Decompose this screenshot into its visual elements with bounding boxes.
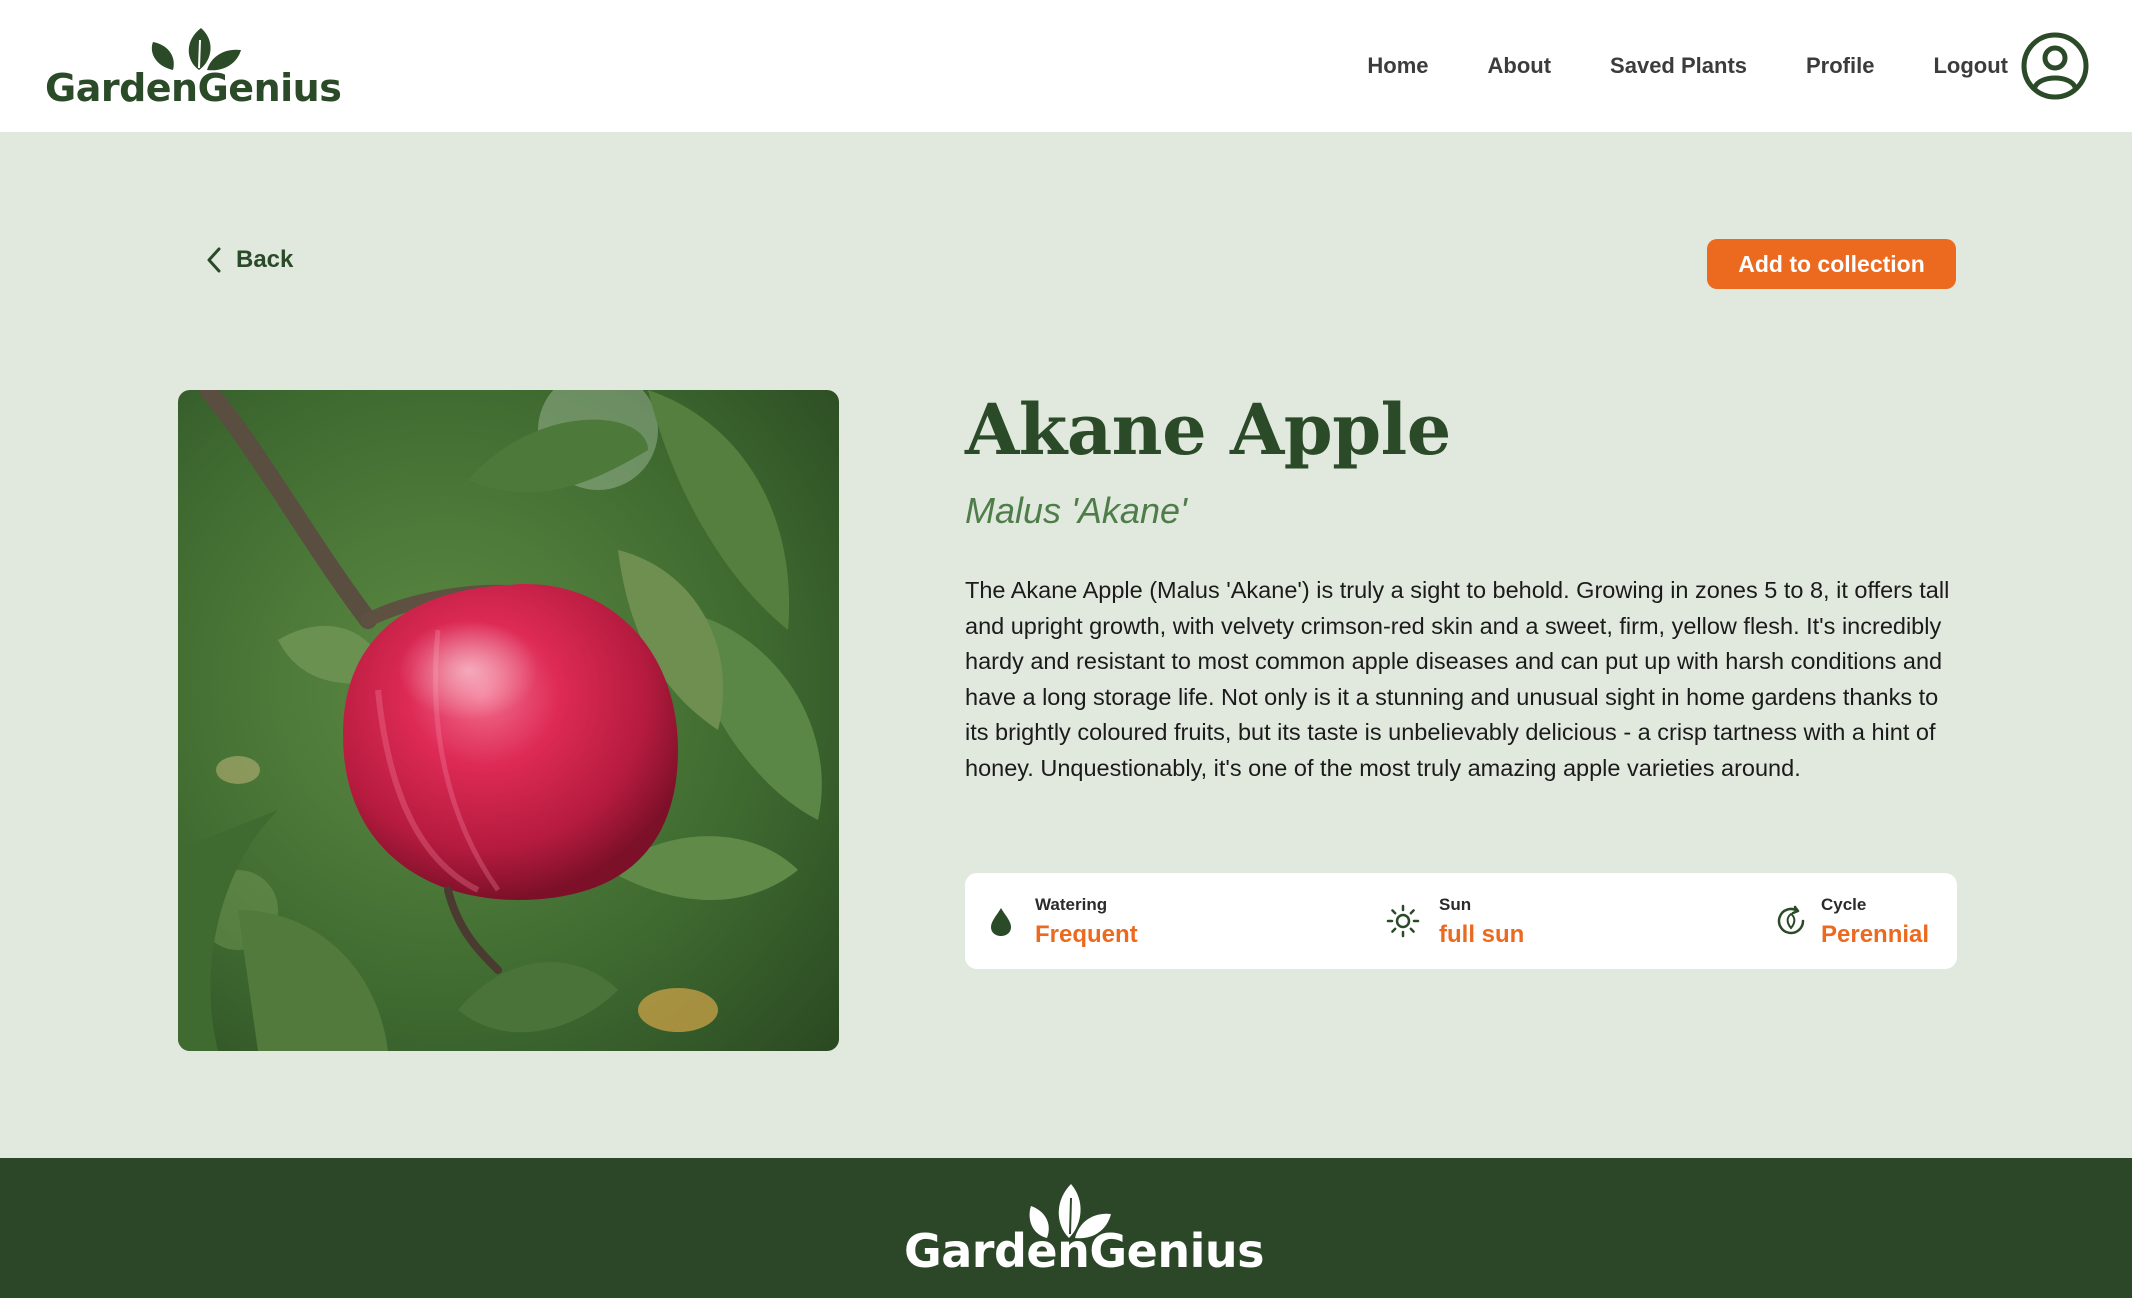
cycle-leaf-icon — [1777, 905, 1805, 935]
plant-name: Akane Apple — [965, 388, 1451, 471]
back-label: Back — [236, 246, 294, 273]
sun-label: Sun — [1439, 895, 1472, 914]
scientific-name: Malus 'Akane' — [965, 490, 1187, 531]
care-cycle: Cycle Perennial — [1773, 873, 1957, 969]
nav-saved-plants[interactable]: Saved Plants — [1610, 53, 1747, 79]
care-info-bar: Watering Frequent Sun full sun Cycle Per… — [965, 873, 1957, 969]
cycle-label: Cycle — [1821, 895, 1867, 914]
water-drop-icon — [991, 908, 1011, 936]
apple-photo-illustration — [178, 390, 839, 1051]
back-link[interactable]: Back — [203, 245, 293, 275]
watering-value: Frequent — [1035, 921, 1138, 948]
sun-value: full sun — [1439, 921, 1525, 948]
nav-profile[interactable]: Profile — [1806, 53, 1874, 79]
plant-details: Akane Apple Malus 'Akane' The Akane Appl… — [965, 385, 1957, 786]
main-nav: Home About Saved Plants Profile Logout — [1367, 0, 2132, 132]
top-header: GardenGenius Home About Saved Plants Pro… — [0, 0, 2132, 132]
care-sun: Sun full sun — [1385, 873, 1685, 969]
chevron-left-icon — [207, 247, 221, 273]
nav-logout[interactable]: Logout — [1933, 53, 2008, 79]
nav-about[interactable]: About — [1488, 53, 1552, 79]
site-footer: GardenGenius — [0, 1158, 2132, 1298]
brand-wordmark: GardenGenius — [45, 66, 342, 110]
plant-description: The Akane Apple (Malus 'Akane') is truly… — [965, 577, 1950, 781]
brand-logo[interactable]: GardenGenius — [45, 26, 342, 110]
plant-photo — [178, 390, 839, 1051]
sun-icon — [1386, 904, 1420, 938]
care-watering: Watering Frequent — [965, 873, 1265, 969]
footer-brand-logo[interactable]: GardenGenius — [900, 1180, 1264, 1290]
cycle-value: Perennial — [1821, 921, 1930, 948]
watering-label: Watering — [1035, 895, 1108, 914]
user-circle-icon[interactable] — [2020, 31, 2090, 101]
nav-home[interactable]: Home — [1367, 53, 1428, 79]
add-to-collection-button[interactable]: Add to collection — [1707, 239, 1956, 289]
footer-brand-wordmark: GardenGenius — [904, 1224, 1264, 1278]
